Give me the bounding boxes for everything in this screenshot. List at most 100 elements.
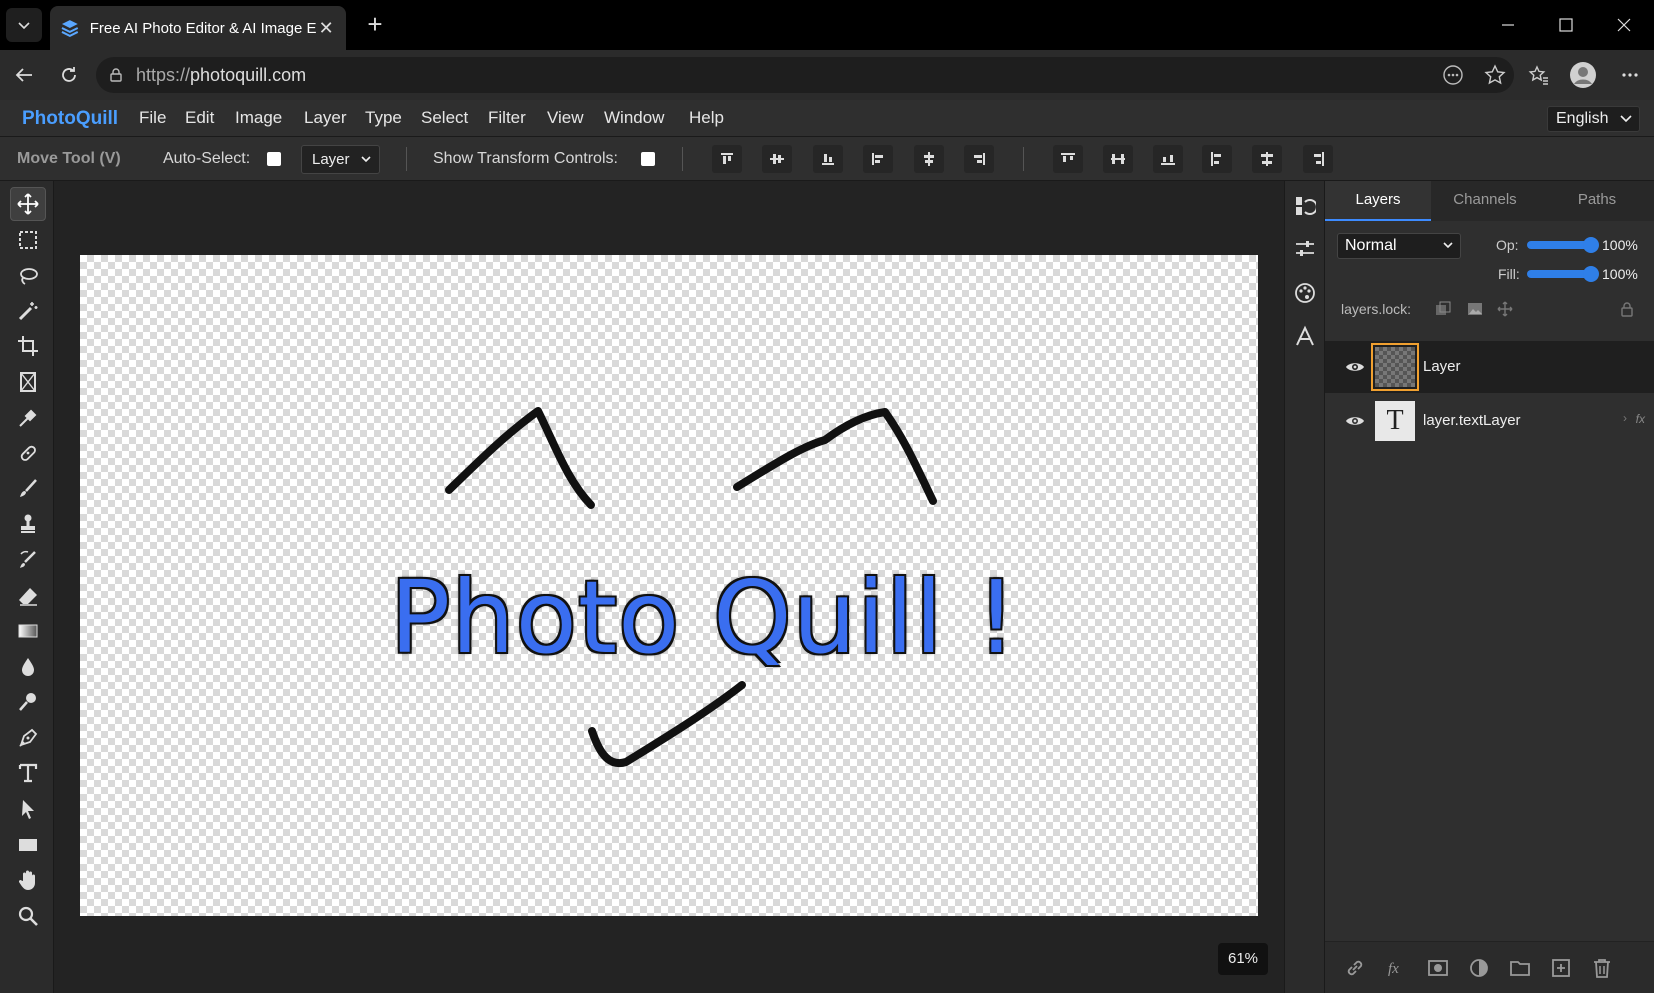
tab-close-icon[interactable]: ✕	[316, 18, 336, 39]
distribute-left-button[interactable]	[1202, 145, 1232, 173]
close-window-button[interactable]	[1604, 10, 1644, 40]
eyedropper-tool[interactable]	[10, 401, 46, 435]
site-info-icon[interactable]	[108, 67, 124, 83]
tab-channels[interactable]: Channels	[1431, 181, 1539, 221]
layer-row[interactable]: T layer.textLayer › fx	[1325, 395, 1654, 447]
tab-layers[interactable]: Layers	[1325, 181, 1431, 221]
lock-position-button[interactable]	[1495, 299, 1515, 319]
reading-mode-button[interactable]	[1437, 59, 1469, 91]
delete-layer-button[interactable]	[1590, 956, 1614, 980]
align-right-button[interactable]	[964, 145, 994, 173]
menu-image[interactable]: Image	[235, 108, 282, 128]
align-hcenter-button[interactable]	[914, 145, 944, 173]
menu-view[interactable]: View	[547, 108, 584, 128]
menu-filter[interactable]: Filter	[488, 108, 526, 128]
profile-button[interactable]	[1567, 59, 1599, 91]
lock-all-button[interactable]	[1617, 299, 1637, 319]
distribute-top-button[interactable]	[1053, 145, 1083, 173]
favorites-button[interactable]	[1523, 59, 1555, 91]
type-tool[interactable]	[10, 756, 46, 790]
history-brush-tool[interactable]	[10, 543, 46, 577]
lock-image-button[interactable]	[1465, 299, 1485, 319]
document-canvas[interactable]: Photo Quill !	[80, 255, 1258, 916]
magic-wand-tool[interactable]	[10, 294, 46, 328]
menu-window[interactable]: Window	[604, 108, 664, 128]
pen-tool[interactable]	[10, 721, 46, 755]
distribute-vcenter-button[interactable]	[1103, 145, 1133, 173]
zoom-tool[interactable]	[10, 899, 46, 933]
panel-tabs: Layers Channels Paths	[1325, 181, 1654, 221]
minimize-button[interactable]	[1488, 10, 1528, 40]
new-tab-button[interactable]: +	[360, 10, 390, 40]
language-select[interactable]: English	[1547, 106, 1640, 132]
character-panel-button[interactable]	[1290, 321, 1320, 351]
frame-tool[interactable]	[10, 365, 46, 399]
app-brand[interactable]: PhotoQuill	[22, 108, 118, 130]
distribute-hcenter-button[interactable]	[1252, 145, 1282, 173]
tab-actions-button[interactable]	[6, 8, 42, 42]
menu-edit[interactable]: Edit	[185, 108, 214, 128]
visibility-toggle[interactable]	[1345, 411, 1365, 431]
browser-menu-button[interactable]	[1614, 59, 1646, 91]
distribute-bottom-button[interactable]	[1153, 145, 1183, 173]
stamp-tool[interactable]	[10, 507, 46, 541]
layer-row[interactable]: Layer	[1325, 341, 1654, 393]
distribute-right-button[interactable]	[1303, 145, 1333, 173]
color-panel-button[interactable]	[1290, 278, 1320, 308]
fx-icon: fx	[1388, 961, 1399, 977]
healing-brush-tool[interactable]	[10, 436, 46, 470]
auto-select-target-select[interactable]: Layer	[301, 145, 380, 174]
blur-tool[interactable]	[10, 650, 46, 684]
align-bottom-button[interactable]	[813, 145, 843, 173]
pen-icon	[19, 728, 38, 747]
align-left-button[interactable]	[863, 145, 893, 173]
blend-mode-select[interactable]: Normal	[1337, 233, 1461, 259]
gradient-tool[interactable]	[10, 614, 46, 648]
menu-help[interactable]: Help	[689, 108, 724, 128]
dodge-tool[interactable]	[10, 685, 46, 719]
menu-type[interactable]: Type	[365, 108, 402, 128]
marquee-tool[interactable]	[10, 223, 46, 257]
path-selection-tool[interactable]	[10, 792, 46, 826]
history-panel-button[interactable]	[1290, 191, 1320, 221]
shape-tool[interactable]	[10, 828, 46, 862]
browser-tab[interactable]: Free AI Photo Editor & AI Image Ed ✕	[50, 6, 346, 50]
expand-effects-icon[interactable]: ›	[1623, 411, 1627, 425]
menu-file[interactable]: File	[139, 108, 166, 128]
favorite-button[interactable]	[1479, 59, 1511, 91]
eraser-tool[interactable]	[10, 579, 46, 613]
adjustments-panel-button[interactable]	[1290, 234, 1320, 264]
back-button[interactable]	[8, 59, 40, 91]
fill-slider-handle[interactable]	[1583, 266, 1599, 282]
auto-select-checkbox[interactable]	[267, 152, 281, 166]
chevron-down-icon	[1443, 242, 1453, 249]
visibility-toggle[interactable]	[1345, 357, 1365, 377]
add-mask-button[interactable]	[1426, 956, 1450, 980]
maximize-button[interactable]	[1546, 10, 1586, 40]
link-layers-button[interactable]	[1343, 956, 1367, 980]
tab-paths[interactable]: Paths	[1539, 181, 1654, 221]
left-eyebrow-stroke	[445, 407, 595, 509]
layer-style-button[interactable]: fx	[1385, 956, 1409, 980]
reload-button[interactable]	[53, 59, 85, 91]
move-tool[interactable]	[10, 187, 46, 221]
lock-transparent-button[interactable]	[1433, 299, 1453, 319]
menu-layer[interactable]: Layer	[304, 108, 347, 128]
transform-controls-checkbox[interactable]	[641, 152, 655, 166]
brush-tool[interactable]	[10, 472, 46, 506]
layer-effects-badge[interactable]: fx	[1636, 412, 1645, 426]
align-top-button[interactable]	[712, 145, 742, 173]
canvas-workspace[interactable]: Photo Quill ! 61%	[54, 181, 1284, 993]
lasso-tool[interactable]	[10, 259, 46, 293]
new-layer-button[interactable]	[1549, 956, 1573, 980]
reload-icon	[62, 67, 76, 82]
align-vcenter-button[interactable]	[762, 145, 792, 173]
menu-select[interactable]: Select	[421, 108, 468, 128]
canvas-text-layer[interactable]: Photo Quill !	[390, 559, 1017, 676]
crop-tool[interactable]	[10, 329, 46, 363]
url-field[interactable]: https://photoquill.com	[96, 57, 1514, 93]
hand-tool[interactable]	[10, 863, 46, 897]
new-group-button[interactable]	[1508, 956, 1532, 980]
adjustment-layer-button[interactable]	[1467, 956, 1491, 980]
opacity-slider-handle[interactable]	[1583, 237, 1599, 253]
